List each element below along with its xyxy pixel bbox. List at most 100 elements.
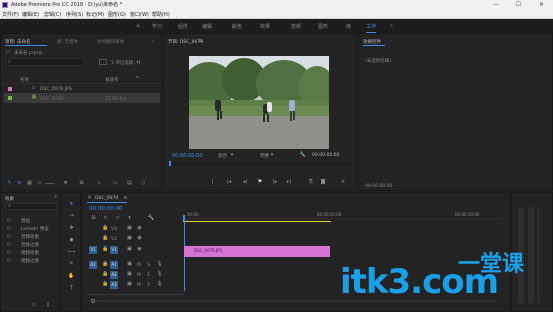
workspace-active[interactable]: 工作 [366, 23, 377, 33]
sync-lock-icon[interactable]: ▣ [127, 236, 132, 241]
eye-icon[interactable]: ◉ [137, 236, 142, 241]
lock-icon[interactable]: 🔒 [102, 226, 108, 231]
menu-file[interactable]: 文件(F) [2, 11, 19, 18]
lock-icon[interactable]: 🔒 [102, 272, 108, 277]
lock-icon[interactable]: 🔒 [102, 282, 108, 287]
program-scrubber[interactable] [168, 162, 352, 165]
menu-window[interactable]: 窗口(W) [130, 11, 149, 18]
effects-browser-title[interactable]: 效果 [5, 196, 14, 202]
panel-menu-icon[interactable]: ≡ [198, 39, 203, 44]
menu-graphics[interactable]: 图形(G) [108, 11, 126, 18]
delete-icon[interactable]: ▯ [45, 303, 51, 308]
find-icon[interactable]: ⌕ [97, 181, 102, 186]
timeline-clip[interactable]: DSC_0079.JPG [184, 246, 330, 257]
sync-lock-icon[interactable]: ▣ [127, 272, 132, 277]
menu-marker[interactable]: 标记(M) [86, 11, 104, 18]
work-area-bar[interactable] [183, 221, 331, 222]
linked-selection-icon[interactable]: ⊃ [115, 216, 120, 221]
fit-dropdown[interactable]: 适合 [218, 153, 227, 159]
mark-in-icon[interactable]: | [210, 179, 215, 185]
new-bin-icon[interactable]: ▭ [31, 303, 37, 308]
effects-folder-item[interactable]: ▭ Lumetri 预设 [3, 226, 59, 233]
ripple-edit-icon[interactable]: ✥ [68, 225, 75, 232]
eye-icon[interactable]: ◉ [137, 247, 142, 252]
tab-more[interactable]: » [151, 39, 154, 44]
track-target-a1[interactable]: A1 [110, 261, 118, 269]
razor-icon[interactable]: ◆ [68, 237, 75, 244]
project-item-name[interactable]: DSC_0079 [40, 97, 63, 102]
new-bin-icon[interactable] [99, 59, 107, 65]
automate-icon[interactable]: ⊞ [79, 181, 84, 186]
resolution-dropdown[interactable]: 完整 [260, 153, 269, 159]
lock-icon[interactable]: 🔒 [102, 236, 108, 241]
sync-lock-icon[interactable]: ▣ [127, 226, 132, 231]
add-marker-icon[interactable]: ▾ [127, 216, 132, 221]
nest-icon[interactable]: ⊞ [91, 216, 96, 221]
wrench-icon[interactable]: 🔧 [300, 152, 306, 158]
timeline-timecode[interactable]: 00:00:00:00 [89, 206, 123, 212]
settings-icon[interactable]: ✛ [340, 179, 346, 185]
playhead-timecode[interactable]: 00:00:00:00 [172, 153, 203, 159]
workspace-more[interactable]: » [390, 23, 393, 29]
settings-icon[interactable]: 🔧 [148, 216, 154, 221]
source-patch-a1[interactable]: A1 [89, 261, 97, 269]
sort-arrow-icon[interactable]: ^ [135, 77, 140, 82]
play-icon[interactable]: ▶ [257, 178, 264, 185]
sort-icon[interactable]: ≣ [63, 181, 68, 186]
freeform-view-icon[interactable]: ▭ [37, 181, 42, 186]
track-target-v1[interactable]: V1 [110, 246, 118, 254]
chevron-down-icon[interactable]: ▾ [230, 153, 234, 158]
home-icon[interactable]: ⌂ [135, 23, 141, 29]
lock-icon[interactable]: 🔒 [102, 262, 108, 267]
eye-icon[interactable]: ◉ [137, 226, 142, 231]
track-target-a2[interactable]: A2 [110, 271, 118, 279]
mute-button[interactable]: M [137, 283, 141, 288]
type-tool-icon[interactable]: T [68, 285, 75, 292]
chevron-down-icon[interactable]: ▾ [270, 153, 274, 158]
close-icon[interactable]: × [87, 196, 92, 201]
lock-icon[interactable]: 🔒 [102, 247, 108, 252]
panel-menu-icon[interactable]: » [53, 195, 58, 200]
mute-button[interactable]: M [137, 263, 141, 268]
clear-icon[interactable]: ▯ [141, 181, 146, 186]
project-item-selected[interactable] [4, 93, 160, 103]
track-select-icon[interactable]: ⇥ [68, 213, 75, 220]
workspace-assembly[interactable]: 组件 [178, 23, 188, 30]
workspace-audio[interactable]: 音频 [291, 23, 301, 30]
panel-menu-icon[interactable]: ≡ [123, 196, 128, 201]
menu-clip[interactable]: 剪辑(C) [44, 11, 61, 18]
source-patch-v1[interactable]: V1 [89, 246, 97, 254]
playhead[interactable] [169, 161, 171, 166]
microphone-icon[interactable]: 🎙 [156, 282, 162, 287]
effects-folder-item[interactable]: ▭ 音频效果 [3, 234, 59, 241]
menu-help[interactable]: 帮助(H) [152, 11, 170, 18]
menu-edit[interactable]: 编辑(E) [22, 11, 39, 18]
step-forward-icon[interactable]: |▸ [272, 179, 278, 185]
slip-tool-icon[interactable]: ⟷ [68, 249, 75, 256]
mute-button[interactable]: M [137, 273, 141, 278]
workspace-effects[interactable]: 效果 [260, 23, 270, 30]
step-back-icon[interactable]: ◂| [242, 179, 248, 185]
sync-lock-icon[interactable]: ▣ [127, 262, 132, 267]
workspace-graphics[interactable]: 图形 [318, 23, 328, 30]
solo-button[interactable]: S [147, 273, 150, 278]
list-view-icon[interactable]: ≡ [17, 181, 22, 186]
camera-icon[interactable]: ◙ [320, 179, 326, 185]
track-target-a3[interactable]: A3 [110, 281, 118, 289]
workspace-learn[interactable]: 学习 [152, 23, 162, 30]
minimize-button[interactable]: — [493, 1, 499, 8]
menu-sequence[interactable]: 序列(S) [66, 11, 83, 18]
sync-lock-icon[interactable]: ▣ [127, 247, 132, 252]
solo-button[interactable]: S [147, 283, 150, 288]
time-ruler[interactable] [183, 218, 503, 220]
go-to-in-icon[interactable]: |◂ [226, 179, 232, 185]
project-search-input[interactable]: ⌕ [5, 58, 85, 66]
workspace-editing[interactable]: 编辑 [202, 23, 212, 30]
effects-search-input[interactable]: ⌕ [5, 203, 57, 210]
new-item-icon[interactable]: ▤ [127, 181, 132, 186]
snap-icon[interactable]: ∩ [103, 216, 108, 221]
maximize-button[interactable]: ☐ [516, 1, 521, 8]
effects-folder-item[interactable]: ▭ 音频过渡 [3, 242, 59, 249]
tab-media-browser[interactable]: 媒: 无媒体 [57, 39, 78, 45]
solo-button[interactable]: S [147, 263, 150, 268]
